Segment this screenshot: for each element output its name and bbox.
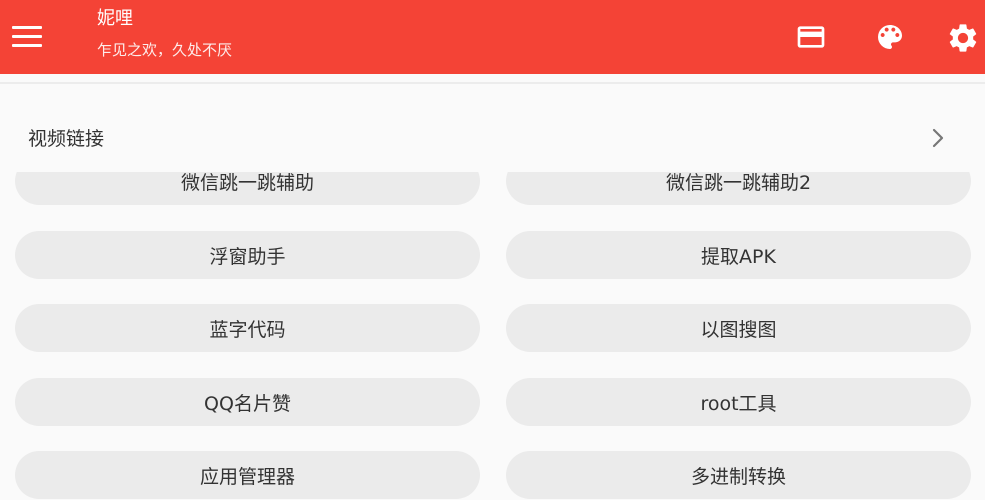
- extract-apk-button[interactable]: 提取APK: [506, 231, 971, 279]
- divider: [0, 82, 985, 84]
- app-bar: 妮哩 乍见之欢，久处不厌: [0, 0, 985, 74]
- app-subtitle: 乍见之欢，久处不厌: [97, 41, 233, 59]
- card-icon: [797, 26, 825, 48]
- float-window-button[interactable]: 浮窗助手: [15, 231, 480, 279]
- menu-icon: [12, 26, 42, 29]
- palette-button[interactable]: [870, 17, 910, 57]
- palette-icon: [878, 25, 902, 49]
- menu-icon-line: [12, 35, 42, 38]
- list-item-label: 视频链接: [28, 128, 105, 150]
- app-title: 妮哩: [97, 8, 133, 29]
- chevron-right-icon: [932, 128, 944, 148]
- menu-button[interactable]: [8, 16, 48, 56]
- qq-likes-button[interactable]: QQ名片赞: [15, 378, 480, 426]
- blue-text-button[interactable]: 蓝字代码: [15, 304, 480, 352]
- root-tools-button[interactable]: root工具: [506, 378, 971, 426]
- card-button[interactable]: [791, 17, 831, 57]
- app-manager-button[interactable]: 应用管理器: [15, 451, 480, 499]
- settings-button[interactable]: [943, 17, 983, 57]
- image-search-button[interactable]: 以图搜图: [506, 304, 971, 352]
- list-item-video-link[interactable]: 视频链接: [0, 104, 985, 172]
- menu-icon-line: [12, 44, 42, 47]
- gear-icon: [949, 24, 977, 52]
- base-convert-button[interactable]: 多进制转换: [506, 451, 971, 499]
